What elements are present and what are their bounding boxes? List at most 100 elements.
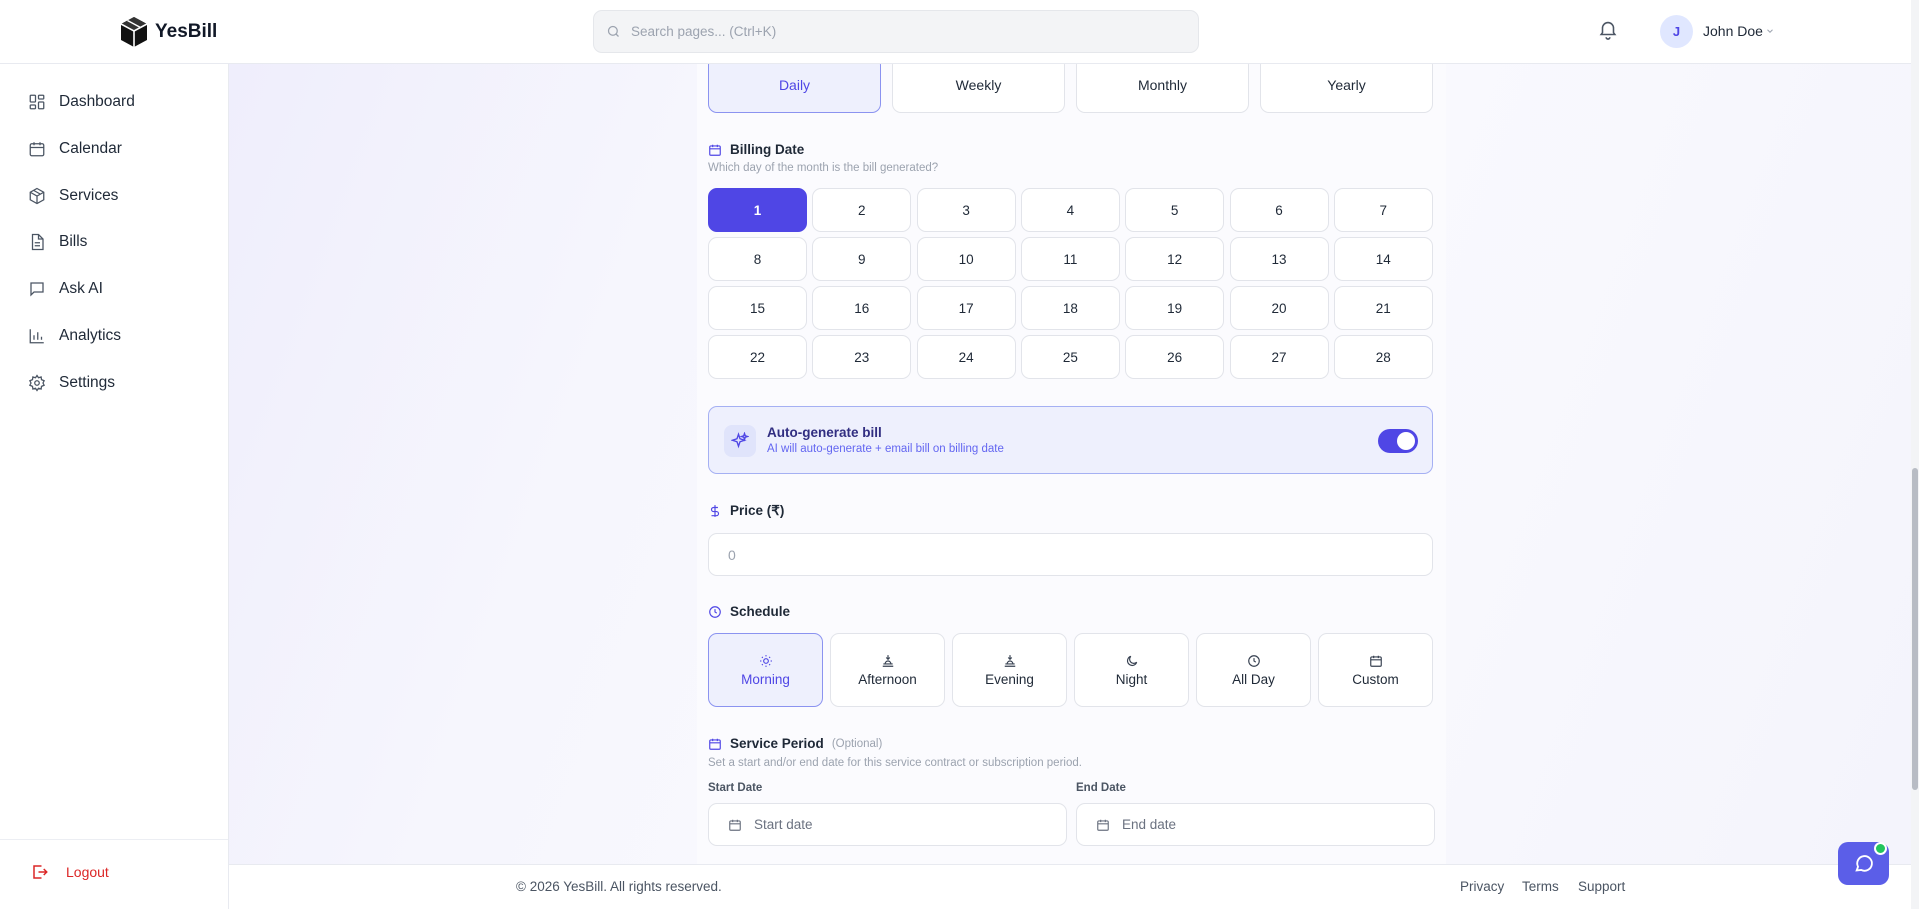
- auto-generate-title: Auto-generate bill: [767, 425, 882, 440]
- billing-day-6[interactable]: 6: [1229, 188, 1329, 232]
- end-date-input[interactable]: End date: [1076, 803, 1435, 846]
- user-avatar[interactable]: J: [1660, 15, 1693, 48]
- price-input[interactable]: 0: [708, 533, 1433, 576]
- scrollbar-thumb[interactable]: [1912, 468, 1918, 790]
- billing-day-3[interactable]: 3: [916, 188, 1016, 232]
- sidebar-item-analytics[interactable]: Analytics: [28, 324, 121, 348]
- billing-day-2[interactable]: 2: [812, 188, 912, 232]
- sidebar-item-ask-ai[interactable]: Ask AI: [28, 277, 103, 301]
- bell-icon[interactable]: [1597, 18, 1619, 40]
- billing-day-10[interactable]: 10: [916, 237, 1016, 281]
- footer-link-terms[interactable]: Terms: [1522, 879, 1559, 894]
- sidebar-footer: Logout: [0, 839, 228, 909]
- logout-button[interactable]: Logout: [31, 863, 109, 881]
- billing-day-21[interactable]: 21: [1333, 286, 1433, 330]
- chat-bubble-icon: [1854, 854, 1873, 872]
- frequency-option-monthly[interactable]: Monthly: [1076, 56, 1249, 113]
- app-name: YesBill: [155, 21, 218, 42]
- sunset-icon: [1004, 654, 1015, 667]
- billing-day-13[interactable]: 13: [1229, 237, 1329, 281]
- start-date-input[interactable]: Start date: [708, 803, 1067, 846]
- footer-link-privacy[interactable]: Privacy: [1460, 879, 1504, 894]
- calendar-icon: [709, 144, 721, 156]
- sun-horizon-icon: [882, 654, 893, 667]
- calendar-icon: [1369, 655, 1382, 667]
- footer-link-support[interactable]: Support: [1578, 879, 1625, 894]
- schedule-option-label: All Day: [1232, 671, 1275, 687]
- calendar-icon: [729, 819, 741, 831]
- sparkles-icon: [724, 425, 756, 457]
- schedule-option-evening[interactable]: Evening: [952, 633, 1067, 707]
- schedule-heading: Schedule: [708, 604, 790, 619]
- billing-day-23[interactable]: 23: [812, 335, 912, 379]
- billing-day-19[interactable]: 19: [1125, 286, 1225, 330]
- billing-day-4[interactable]: 4: [1020, 188, 1120, 232]
- app-logo[interactable]: YesBill: [119, 16, 217, 48]
- box-icon: [29, 187, 45, 205]
- schedule-option-afternoon[interactable]: Afternoon: [830, 633, 945, 707]
- chevron-down-icon[interactable]: [1765, 26, 1775, 36]
- schedule-option-night[interactable]: Night: [1074, 633, 1189, 707]
- user-name[interactable]: John Doe: [1703, 23, 1763, 39]
- end-date-placeholder: End date: [1122, 817, 1177, 832]
- billing-day-17[interactable]: 17: [916, 286, 1016, 330]
- search-bar[interactable]: [593, 10, 1199, 53]
- billing-day-20[interactable]: 20: [1229, 286, 1329, 330]
- billing-day-15[interactable]: 15: [708, 286, 807, 330]
- price-label: Price (₹): [730, 503, 785, 518]
- billing-day-28[interactable]: 28: [1333, 335, 1433, 379]
- frequency-option-weekly[interactable]: Weekly: [892, 56, 1065, 113]
- calendar-icon: [29, 142, 45, 157]
- sidebar-item-services[interactable]: Services: [28, 184, 118, 208]
- schedule-option-label: Night: [1115, 671, 1148, 687]
- billing-day-18[interactable]: 18: [1020, 286, 1120, 330]
- service-period-heading: Service Period (Optional): [708, 736, 882, 751]
- schedule-option-morning[interactable]: Morning: [708, 633, 823, 707]
- sidebar-item-settings[interactable]: Settings: [28, 371, 115, 395]
- logout-label: Logout: [66, 864, 109, 880]
- auto-generate-toggle[interactable]: [1378, 429, 1418, 453]
- frequency-option-daily[interactable]: Daily: [708, 56, 881, 113]
- start-date-label: Start Date: [708, 782, 763, 794]
- billing-day-5[interactable]: 5: [1125, 188, 1225, 232]
- billing-day-7[interactable]: 7: [1333, 188, 1433, 232]
- billing-day-1[interactable]: 1: [708, 188, 807, 232]
- price-heading: Price (₹): [708, 503, 784, 519]
- billing-day-24[interactable]: 24: [916, 335, 1016, 379]
- frequency-option-yearly[interactable]: Yearly: [1260, 56, 1433, 113]
- sidebar-item-label: Calendar: [59, 140, 122, 157]
- auto-generate-subtitle: AI will auto-generate + email bill on bi…: [767, 443, 1004, 455]
- clock-icon: [709, 605, 721, 618]
- schedule-option-custom[interactable]: Custom: [1318, 633, 1433, 707]
- billing-day-27[interactable]: 27: [1229, 335, 1329, 379]
- sidebar-item-label: Settings: [59, 374, 116, 391]
- billing-day-9[interactable]: 9: [812, 237, 912, 281]
- sidebar-item-dashboard[interactable]: Dashboard: [28, 90, 135, 114]
- sidebar-item-bills[interactable]: Bills: [28, 230, 87, 254]
- schedule-option-label: Evening: [985, 671, 1034, 687]
- billing-day-11[interactable]: 11: [1020, 237, 1120, 281]
- billing-day-16[interactable]: 16: [812, 286, 912, 330]
- billing-day-26[interactable]: 26: [1125, 335, 1225, 379]
- billing-day-22[interactable]: 22: [708, 335, 807, 379]
- clock-icon: [1247, 654, 1260, 667]
- gear-icon: [29, 374, 45, 392]
- search-input[interactable]: [629, 23, 1169, 40]
- billing-day-8[interactable]: 8: [708, 237, 807, 281]
- schedule-title: Schedule: [730, 604, 791, 619]
- schedule-option-all-day[interactable]: All Day: [1196, 633, 1311, 707]
- toggle-knob: [1397, 432, 1415, 450]
- start-date-placeholder: Start date: [754, 817, 813, 832]
- sidebar-item-label: Dashboard: [59, 93, 135, 110]
- billing-date-title: Billing Date: [730, 142, 805, 157]
- schedule-option-label: Morning: [741, 671, 790, 687]
- billing-date-heading: Billing Date: [708, 142, 804, 157]
- sidebar-item-calendar[interactable]: Calendar: [28, 137, 122, 161]
- billing-day-25[interactable]: 25: [1020, 335, 1120, 379]
- billing-day-12[interactable]: 12: [1125, 237, 1225, 281]
- page-scrollbar[interactable]: [1911, 0, 1919, 909]
- sidebar-item-label: Analytics: [59, 327, 122, 344]
- page-footer: © 2026 YesBill. All rights reserved. Pri…: [229, 864, 1911, 909]
- billing-day-14[interactable]: 14: [1333, 237, 1433, 281]
- search-icon: [607, 25, 619, 37]
